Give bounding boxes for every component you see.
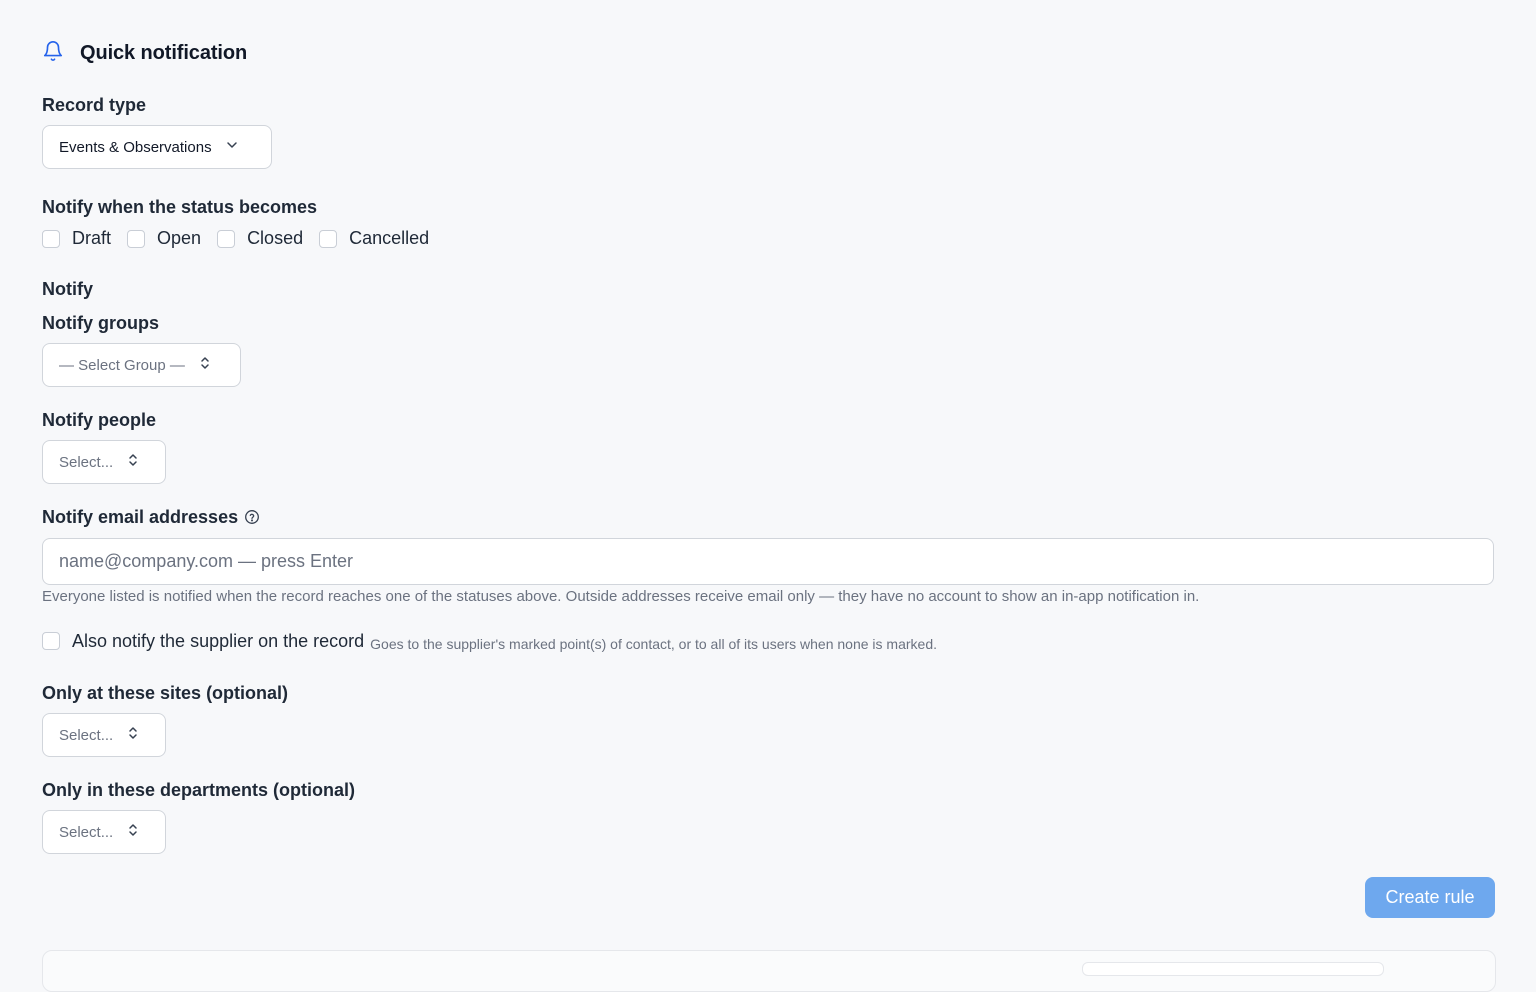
notify-groups-placeholder: — Select Group — (59, 356, 185, 374)
chevron-up-down-icon (125, 725, 141, 745)
notify-people-placeholder: Select... (59, 453, 114, 471)
record-type-label: Record type (42, 95, 147, 115)
departments-placeholder: Select... (59, 823, 114, 841)
create-rule-button[interactable]: Create rule (1365, 877, 1495, 918)
bell-icon (42, 40, 64, 67)
record-type-select[interactable]: Events & Observations (42, 125, 272, 169)
help-circle-icon[interactable] (238, 507, 260, 527)
draft-label: Draft (72, 228, 112, 248)
sites-placeholder: Select... (59, 726, 114, 744)
chevron-up-down-icon (197, 355, 213, 375)
chevron-up-down-icon (125, 822, 141, 842)
notify-email-hint: Everyone listed is notified when the rec… (42, 588, 1200, 605)
notify-email-input[interactable] (42, 538, 1494, 585)
open-checkbox[interactable] (127, 229, 146, 248)
departments-label: Only in these departments (optional) (42, 780, 356, 800)
sites-select[interactable]: Select... (42, 713, 166, 757)
notify-groups-select[interactable]: — Select Group — (42, 343, 241, 387)
supplier-checkbox[interactable] (42, 632, 60, 650)
status-option-open[interactable]: Open (127, 228, 201, 249)
form-header: Quick notification (42, 40, 247, 67)
notify-section-label: Notify (42, 279, 93, 299)
closed-label: Closed (247, 228, 304, 248)
notify-email-label-row: Notify email addresses (42, 507, 260, 528)
draft-checkbox[interactable] (42, 229, 60, 248)
supplier-description: Goes to the supplier's marked point(s) o… (370, 636, 938, 652)
chevron-up-down-icon (125, 452, 141, 472)
sites-label: Only at these sites (optional) (42, 683, 289, 703)
status-option-closed[interactable]: Closed (217, 228, 303, 249)
notify-supplier-option[interactable]: Also notify the supplier on the record G… (42, 630, 937, 652)
chevron-down-icon (224, 137, 240, 157)
status-option-draft[interactable]: Draft (42, 228, 111, 249)
notify-people-label: Notify people (42, 410, 157, 430)
cancelled-checkbox[interactable] (319, 229, 338, 248)
record-type-value: Events & Observations (59, 138, 212, 156)
open-label: Open (157, 228, 202, 248)
form-title: Quick notification (80, 42, 248, 64)
status-label: Notify when the status becomes (42, 197, 318, 217)
notify-groups-label: Notify groups (42, 313, 159, 333)
cancelled-label: Cancelled (349, 228, 430, 248)
closed-checkbox[interactable] (217, 229, 236, 248)
status-checkboxes: Draft Open Closed Cancelled (42, 228, 445, 249)
notify-email-label: Notify email addresses (42, 507, 239, 527)
rules-list-search[interactable] (1082, 962, 1384, 976)
notify-people-select[interactable]: Select... (42, 440, 166, 484)
supplier-label: Also notify the supplier on the record (72, 630, 365, 651)
departments-select[interactable]: Select... (42, 810, 166, 854)
status-option-cancelled[interactable]: Cancelled (319, 228, 429, 249)
